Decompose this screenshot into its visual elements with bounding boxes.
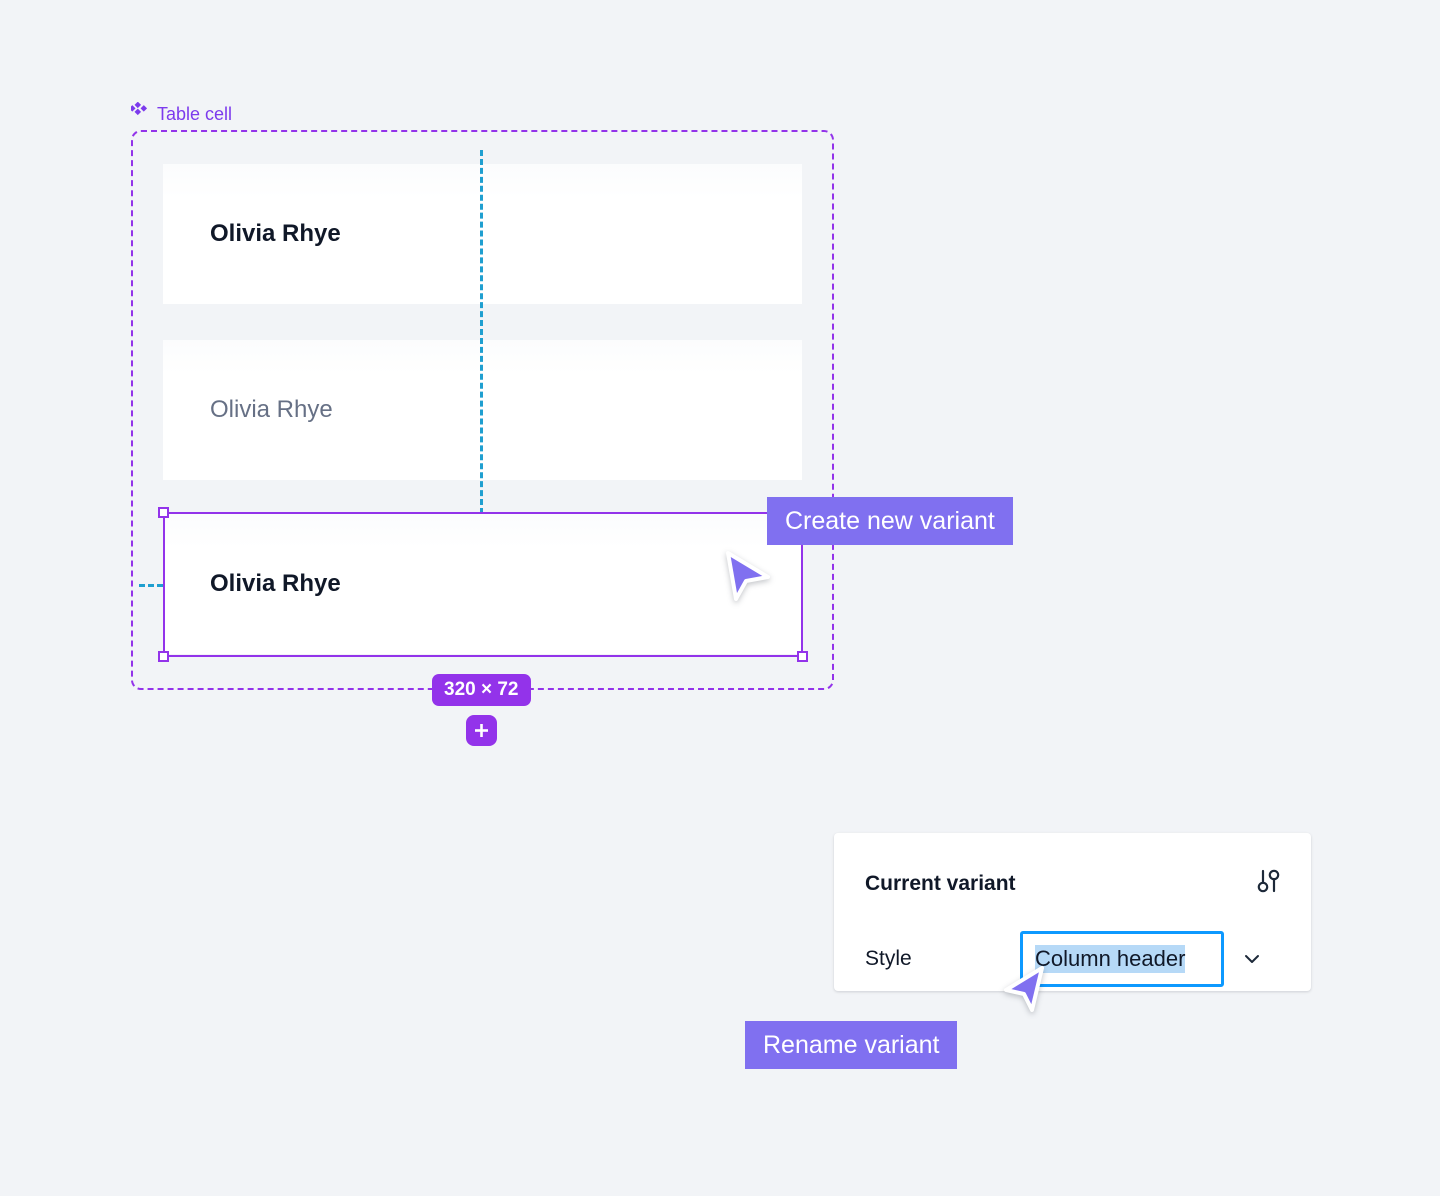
tooltip-create-new-variant: Create new variant xyxy=(767,497,1013,545)
panel-title: Current variant xyxy=(865,871,1016,895)
component-frame-label-text: Table cell xyxy=(157,104,233,124)
style-property-row: Style Column header xyxy=(865,931,1283,987)
add-variant-button[interactable] xyxy=(466,715,497,746)
vertical-alignment-guide xyxy=(480,150,483,514)
selection-size-badge: 320 × 72 xyxy=(432,674,531,706)
table-row-selected[interactable]: Olivia Rhye xyxy=(163,514,802,654)
plus-icon xyxy=(473,722,490,739)
table-cell-text: Olivia Rhye xyxy=(210,396,333,423)
component-diamond-icon xyxy=(129,101,149,126)
sliders-icon[interactable] xyxy=(1253,866,1283,901)
panel-header: Current variant xyxy=(865,866,1283,901)
current-variant-panel: Current variant Style Column header xyxy=(834,833,1311,991)
style-name-input[interactable]: Column header xyxy=(1020,931,1224,987)
card-top-texture xyxy=(163,514,802,548)
horizontal-spacing-guide xyxy=(139,584,163,587)
arrow-cursor-right-icon xyxy=(724,549,772,605)
tooltip-rename-variant: Rename variant xyxy=(745,1021,958,1069)
style-input-value: Column header xyxy=(1035,945,1186,973)
figma-canvas: Table cell Olivia Rhye Olivia Rhye Olivi… xyxy=(0,0,1440,1196)
table-cell-text: Olivia Rhye xyxy=(210,220,341,247)
chevron-down-icon[interactable] xyxy=(1238,945,1266,973)
table-cell-text: Olivia Rhye xyxy=(210,570,341,597)
arrow-cursor-up-left-icon xyxy=(1002,964,1046,1016)
component-frame-label[interactable]: Table cell xyxy=(129,101,233,126)
style-field-label: Style xyxy=(865,947,912,970)
